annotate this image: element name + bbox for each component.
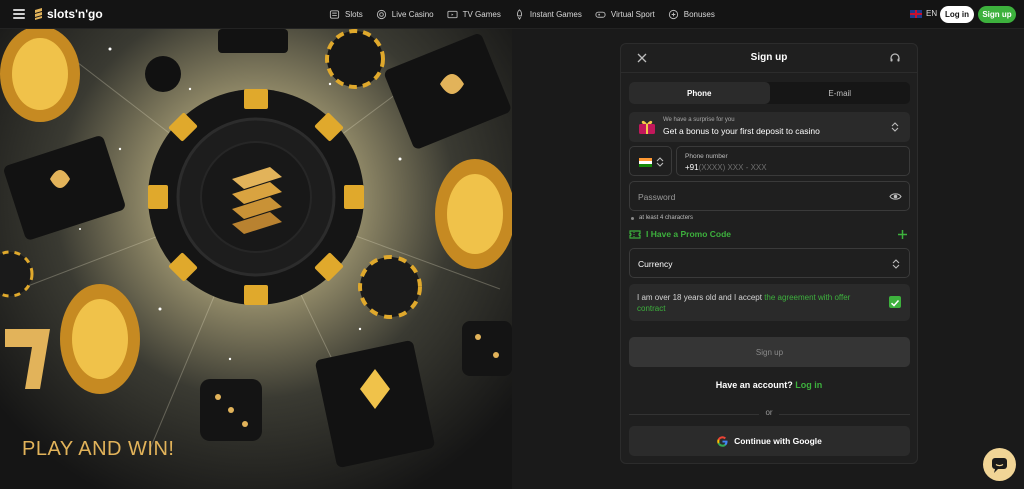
hint-text: at least 4 characters	[639, 215, 694, 221]
gift-icon	[668, 9, 678, 20]
nav-live-casino[interactable]: Live Casino	[376, 9, 434, 20]
google-label: Continue with Google	[734, 436, 822, 446]
chevron-updown-icon	[656, 157, 664, 167]
menu-icon[interactable]	[13, 9, 25, 19]
phone-prefix: +91	[685, 163, 699, 172]
signup-submit-button[interactable]: Sign up	[629, 337, 910, 367]
bonus-subtitle: We have a surprise for you	[663, 117, 735, 123]
bonus-text: Get a bonus to your first deposit to cas…	[663, 126, 820, 136]
have-account-text: Have an account?	[715, 380, 793, 390]
tab-phone[interactable]: Phone	[629, 82, 770, 104]
eye-icon[interactable]	[889, 191, 902, 202]
header-signup-button[interactable]: Sign up	[978, 6, 1016, 23]
playing-card	[315, 340, 435, 468]
tv-icon	[447, 10, 458, 19]
currency-select[interactable]: Currency	[629, 248, 910, 278]
login-link[interactable]: Log in	[795, 380, 822, 390]
nav-slots[interactable]: Slots	[329, 9, 363, 20]
chevron-updown-icon	[891, 122, 899, 132]
playing-card	[4, 136, 125, 240]
phone-input[interactable]: +91(XXXX) XXX - XXX	[685, 163, 767, 172]
gamepad-icon	[595, 11, 606, 18]
signup-modal: Sign up Phone E-mail We have a surprise …	[620, 43, 918, 464]
support-icon[interactable]	[889, 52, 901, 64]
playing-card	[218, 29, 288, 53]
bonus-selector[interactable]: We have a surprise for you Get a bonus t…	[629, 112, 910, 142]
nav-label: Bonuses	[683, 10, 715, 19]
chat-icon	[992, 458, 1007, 473]
hero-banner: PLAY AND WIN!	[0, 29, 512, 489]
chat-button[interactable]	[983, 448, 1016, 481]
password-placeholder: Password	[638, 192, 676, 202]
password-field[interactable]: Password	[629, 181, 910, 211]
top-header: slots'n'go Slots Live Casino TV Games In…	[0, 0, 1024, 29]
agreement-checkbox[interactable]	[889, 296, 901, 308]
nav-tv-games[interactable]: TV Games	[447, 9, 501, 20]
or-label-row: or	[621, 408, 917, 417]
phone-label: Phone number	[685, 153, 728, 160]
nav-label: Virtual Sport	[610, 10, 655, 19]
gift-icon	[639, 120, 655, 134]
rocket-icon	[516, 9, 522, 20]
signup-method-tabs: Phone E-mail	[629, 82, 910, 104]
divider	[621, 72, 917, 73]
agreement-prefix: I am over 18 years old and I accept	[637, 293, 765, 302]
playing-card	[384, 34, 511, 149]
password-hint: at least 4 characters	[631, 215, 693, 221]
phone-number-field[interactable]: Phone number +91(XXXX) XXX - XXX	[676, 146, 910, 176]
have-account-row: Have an account? Log in	[621, 380, 917, 390]
agreement-text: I am over 18 years old and I accept the …	[637, 292, 877, 314]
header-login-button[interactable]: Log in	[940, 6, 974, 23]
nav-virtual-sport[interactable]: Virtual Sport	[595, 9, 655, 20]
agreement-box: I am over 18 years old and I accept the …	[629, 284, 910, 321]
currency-label: Currency	[638, 259, 673, 269]
promo-code-toggle[interactable]: I Have a Promo Code	[629, 228, 910, 242]
modal-title: Sign up	[750, 52, 788, 63]
uk-flag-icon	[910, 9, 922, 18]
country-code-select[interactable]	[629, 146, 672, 176]
logo-icon	[35, 8, 42, 20]
or-label: or	[759, 408, 779, 417]
casino-artwork	[0, 29, 512, 468]
logo[interactable]: slots'n'go	[34, 7, 103, 21]
main-nav: Slots Live Casino TV Games Instant Games…	[329, 0, 715, 29]
slot-machine-icon	[329, 10, 340, 19]
promo-label: I Have a Promo Code	[646, 229, 732, 239]
phone-placeholder: (XXXX) XXX - XXX	[698, 163, 767, 172]
hint-dot	[631, 216, 634, 220]
plus-icon[interactable]	[897, 229, 908, 240]
main-chip	[148, 89, 364, 305]
nav-label: Instant Games	[529, 10, 582, 19]
hero-title: PLAY AND WIN!	[22, 438, 175, 460]
nav-label: TV Games	[462, 10, 501, 19]
tab-email[interactable]: E-mail	[770, 82, 911, 104]
chevron-updown-icon	[892, 259, 900, 269]
google-icon	[717, 435, 728, 447]
chip-icon	[376, 9, 386, 20]
logo-text: slots'n'go	[47, 7, 103, 21]
check-icon	[890, 299, 900, 307]
ticket-icon	[629, 230, 641, 239]
language-selector[interactable]: EN	[910, 9, 937, 18]
language-label: EN	[926, 9, 938, 18]
nav-label: Live Casino	[391, 10, 434, 19]
nav-bonuses[interactable]: Bonuses	[668, 9, 715, 20]
nav-instant-games[interactable]: Instant Games	[514, 9, 582, 20]
india-flag-icon	[639, 158, 652, 167]
nav-label: Slots	[345, 10, 363, 19]
google-signin-button[interactable]: Continue with Google	[629, 426, 910, 456]
